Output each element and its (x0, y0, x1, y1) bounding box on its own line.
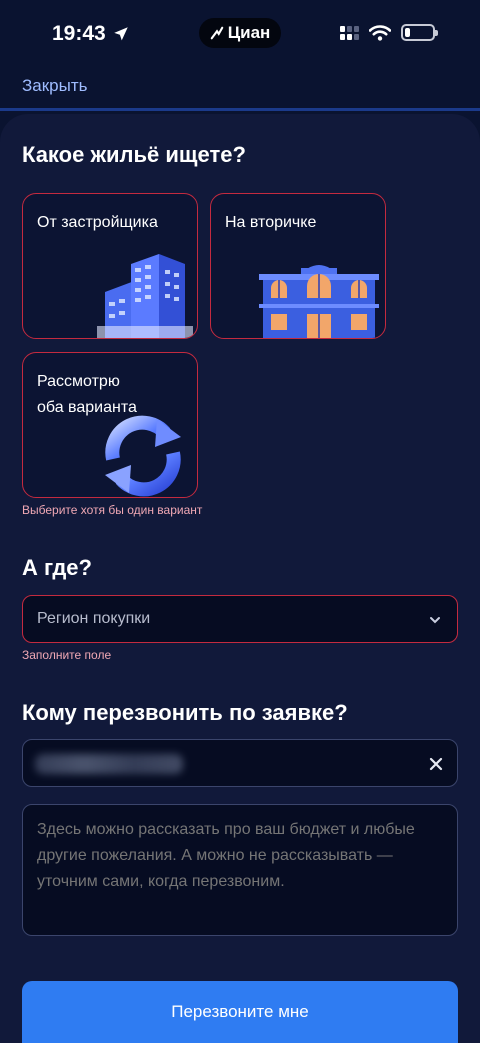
status-icons (340, 24, 438, 41)
option-both-card[interactable]: Рассмотрю оба варианта (22, 352, 198, 498)
close-button[interactable]: Закрыть (22, 76, 87, 96)
housing-title: Какое жильё ищете? (22, 142, 246, 167)
time-text: 19:43 (52, 22, 106, 45)
signal-icon (340, 25, 359, 40)
option-label: На вторичке (225, 214, 317, 231)
clear-icon[interactable] (429, 757, 443, 771)
contact-title: Кому перезвонить по заявке? (22, 700, 348, 725)
option-label: От застройщика (37, 214, 158, 231)
phone-input[interactable] (22, 739, 458, 787)
comment-textarea[interactable] (22, 804, 458, 936)
new-building-icon (97, 254, 193, 338)
region-placeholder: Регион покупки (37, 610, 151, 627)
status-time: 19:43 (52, 22, 130, 46)
option-resale-card[interactable]: На вторичке (210, 193, 386, 339)
chevron-down-icon (430, 617, 440, 624)
location-error-text: Заполните поле (22, 648, 112, 662)
call-me-button[interactable]: Перезвоните мне (22, 981, 458, 1043)
refresh-arrows-icon (105, 415, 181, 497)
location-arrow-icon (113, 27, 128, 41)
header-divider (0, 108, 480, 111)
battery-icon (401, 24, 438, 41)
region-select[interactable]: Регион покупки (22, 595, 458, 643)
phone-value-redacted (35, 754, 183, 774)
app-name: Циан (227, 23, 271, 42)
location-title: А где? (22, 555, 92, 580)
status-bar: 19:43 Циан (0, 0, 480, 70)
option-developer-card[interactable]: От застройщика (22, 193, 198, 339)
cian-logo-icon (210, 26, 224, 40)
back-to-app-pill[interactable]: Циан (199, 18, 281, 48)
wifi-icon (369, 24, 391, 41)
housing-error-text: Выберите хотя бы один вариант (22, 503, 203, 517)
classic-building-icon (259, 265, 379, 338)
